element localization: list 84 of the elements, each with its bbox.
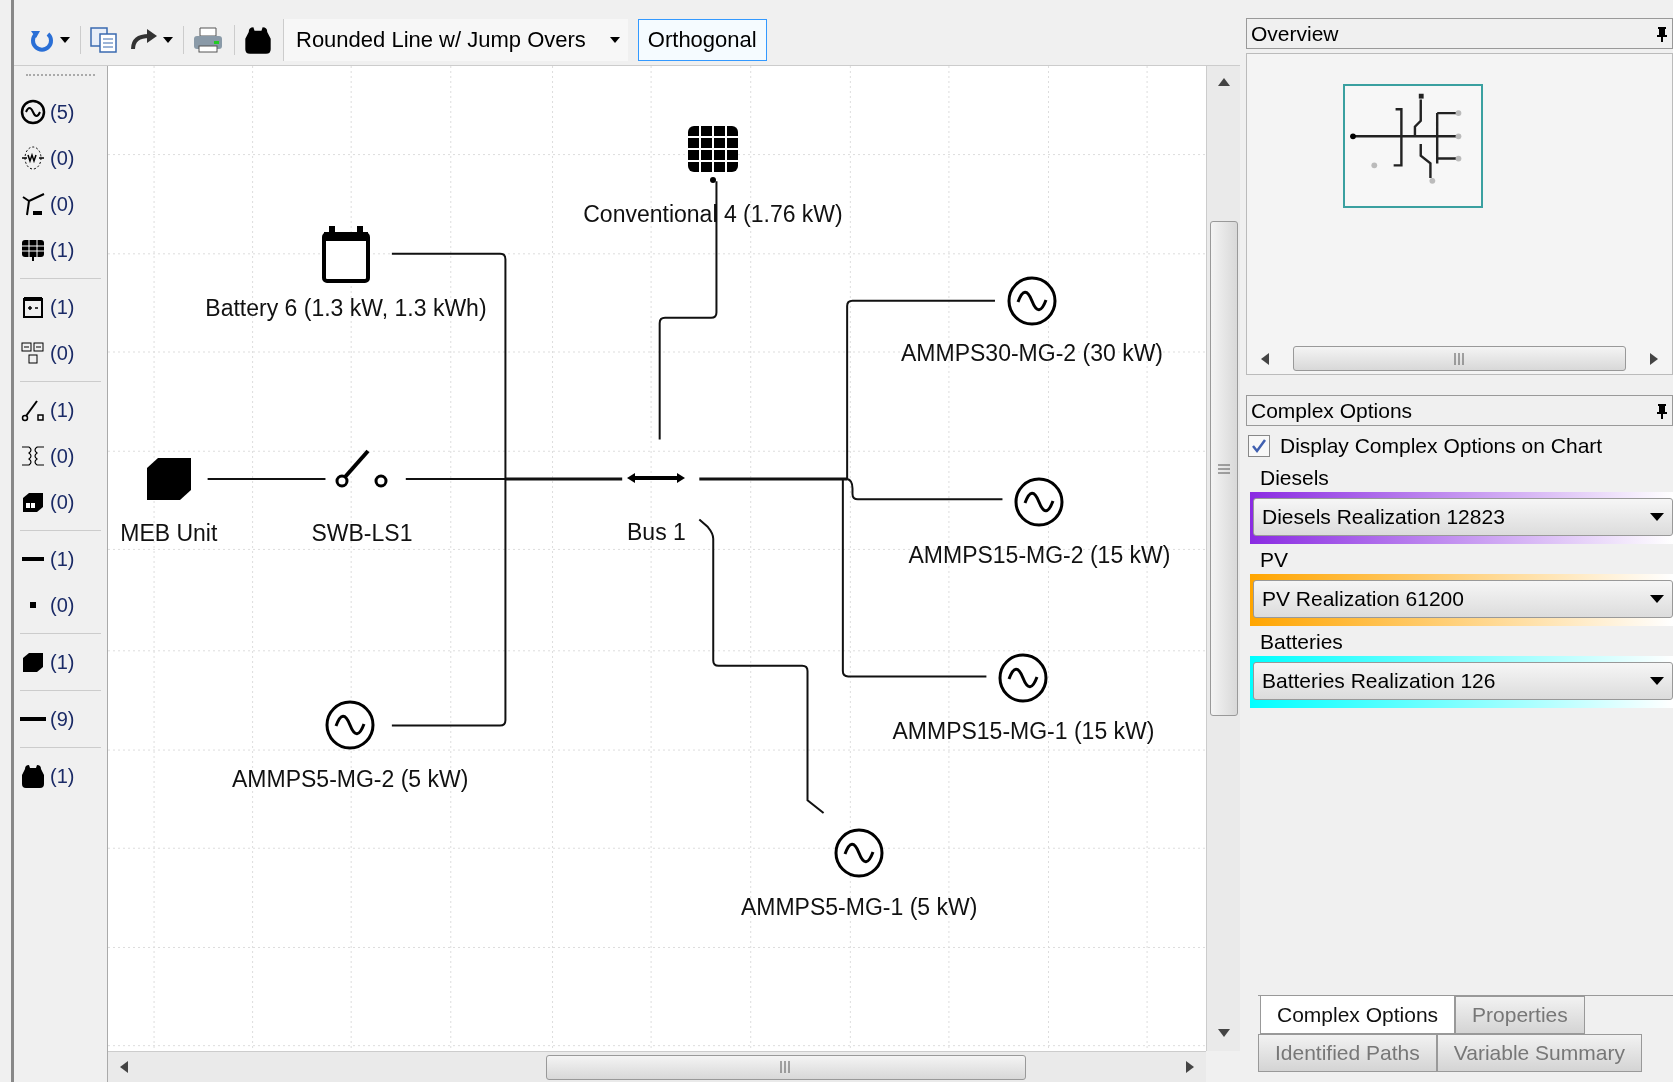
component-count: (0) xyxy=(50,146,75,171)
group-title: Batteries xyxy=(1259,629,1344,655)
node-label: MEB Unit xyxy=(120,519,218,549)
node-label: AMMPS5-MG-1 (5 kW) xyxy=(740,892,978,922)
component-count: (1) xyxy=(50,295,75,320)
realization-dropdown[interactable]: Diesels Realization 12823 xyxy=(1253,498,1673,536)
caret-icon xyxy=(1650,595,1664,603)
panel-title: Complex Options xyxy=(1251,397,1413,424)
converter-icon xyxy=(20,340,46,366)
component-count: (5) xyxy=(50,100,75,125)
scrollbar-thumb[interactable] xyxy=(546,1054,1026,1080)
generator-icon xyxy=(20,99,46,125)
scroll-up-icon xyxy=(1217,78,1230,86)
caret-icon xyxy=(1650,513,1664,521)
caret-icon xyxy=(1650,677,1664,685)
solar-panel-icon xyxy=(20,237,46,263)
copy-icon xyxy=(89,25,119,54)
scroll-right-icon xyxy=(1650,352,1658,365)
battery-icon xyxy=(320,223,371,284)
vehicle-button[interactable] xyxy=(234,24,273,55)
node-label: SWB-LS1 xyxy=(311,519,413,549)
switch-icon xyxy=(333,449,390,490)
pin-icon[interactable] xyxy=(1656,25,1668,42)
node-label: AMMPS30-MG-2 (30 kW) xyxy=(901,338,1163,368)
component-count: (0) xyxy=(50,444,75,469)
solar-panel-icon xyxy=(685,123,741,186)
checkbox-label: Display Complex Options on Chart xyxy=(1280,433,1603,460)
vehicle-icon xyxy=(20,763,46,789)
grip-icon xyxy=(1453,352,1466,365)
component-count: (0) xyxy=(50,341,75,366)
battery-icon xyxy=(20,294,46,320)
panel-tab[interactable]: Complex Options xyxy=(1260,996,1456,1034)
node-label: AMMPS15-MG-1 (15 kW) xyxy=(892,716,1155,746)
checkbox[interactable] xyxy=(1248,435,1270,457)
grip-icon xyxy=(1217,463,1230,474)
component-count: (1) xyxy=(50,650,75,675)
scroll-right-icon xyxy=(1186,1061,1194,1073)
component-count: (0) xyxy=(50,192,75,217)
node-label: AMMPS5-MG-2 (5 kW) xyxy=(232,764,469,794)
generator-icon xyxy=(1006,274,1058,327)
pin-icon[interactable] xyxy=(1656,402,1668,419)
component-count: (1) xyxy=(50,547,75,572)
component-count: (1) xyxy=(50,398,75,423)
component-count: (0) xyxy=(50,593,75,618)
scrollbar-thumb[interactable] xyxy=(1293,346,1626,371)
generator-icon xyxy=(833,827,886,880)
orthogonal-toggle[interactable]: Orthogonal xyxy=(637,18,767,61)
caret-icon xyxy=(609,36,620,43)
realization-dropdown[interactable]: Batteries Realization 126 xyxy=(1253,662,1673,700)
generator-icon xyxy=(324,699,377,752)
checkmark-icon xyxy=(1251,438,1267,454)
caret-icon xyxy=(60,36,70,43)
panel-title: Overview xyxy=(1251,20,1339,47)
generator-icon xyxy=(1013,476,1066,529)
grip-icon xyxy=(780,1061,792,1073)
engine-icon xyxy=(20,145,46,171)
cube-icon xyxy=(144,455,193,502)
realization-dropdown[interactable]: PV Realization 61200 xyxy=(1253,580,1673,618)
horizontal-scrollbar[interactable] xyxy=(108,1051,1206,1082)
wind-turbine-icon xyxy=(20,191,46,217)
scroll-down-icon xyxy=(1217,1029,1230,1037)
component-count: (1) xyxy=(50,238,75,263)
component-count: (0) xyxy=(50,490,75,515)
scroll-left-icon xyxy=(120,1061,128,1073)
transformer-icon xyxy=(20,443,46,469)
group-title: PV xyxy=(1259,547,1289,573)
group-title: Diesels xyxy=(1259,465,1330,491)
node-label: Bus 1 xyxy=(627,518,686,547)
print-button[interactable] xyxy=(183,25,224,54)
generator-icon xyxy=(997,652,1050,705)
vertical-scrollbar[interactable] xyxy=(1206,66,1240,1051)
scrollbar-thumb[interactable] xyxy=(1209,221,1238,716)
copy-button[interactable] xyxy=(80,25,119,54)
component-count: (1) xyxy=(50,764,75,789)
caret-icon xyxy=(163,36,173,43)
node-label: Battery 6 (1.3 kW, 1.3 kWh) xyxy=(205,293,487,323)
component-count: (9) xyxy=(50,707,75,732)
node-label: AMMPS15-MG-2 (15 kW) xyxy=(908,540,1171,570)
line-style-dropdown[interactable]: Rounded Line w/ Jump Overs xyxy=(283,18,628,61)
bus-bar-icon xyxy=(627,470,686,485)
printer-icon xyxy=(192,25,224,54)
bus-bar-icon xyxy=(22,557,44,561)
scroll-left-icon xyxy=(1261,352,1269,365)
vehicle-icon xyxy=(243,24,273,55)
